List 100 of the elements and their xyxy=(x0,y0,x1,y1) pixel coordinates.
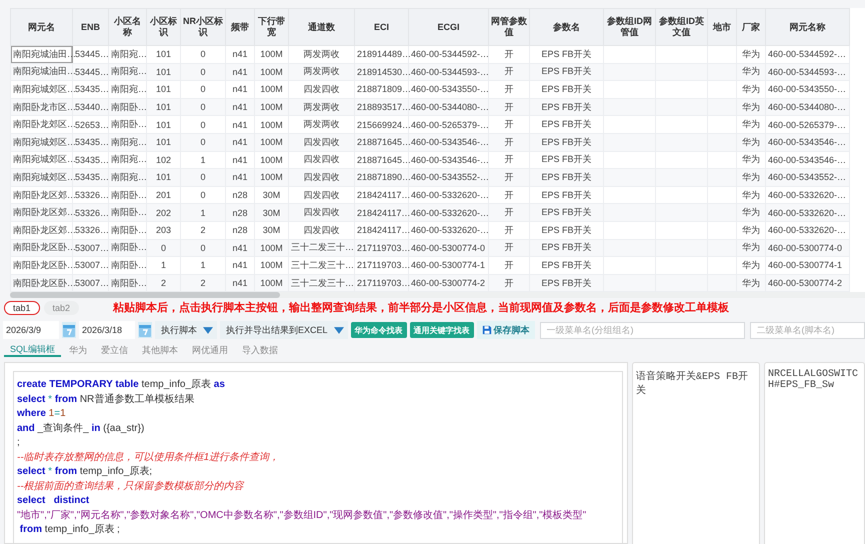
table-cell: 华为 xyxy=(736,256,766,274)
table-cell: n28 xyxy=(226,221,254,240)
table-cell: 三十二发三十… xyxy=(288,256,354,274)
column-header[interactable]: 网元名称 xyxy=(766,8,850,46)
result-tab[interactable]: tab1 xyxy=(4,300,40,315)
table-cell: 0 xyxy=(180,239,226,257)
table-cell: 华为 xyxy=(736,221,766,240)
table-cell: 100M xyxy=(254,46,288,64)
column-header[interactable]: 下行带宽 xyxy=(254,8,288,46)
save-button[interactable]: 保存脚本 xyxy=(476,321,535,340)
table-cell: 30M xyxy=(254,204,288,222)
table-cell: 南阳宛… xyxy=(108,80,146,98)
table-cell: 101 xyxy=(146,133,180,152)
table-cell: 53326… xyxy=(72,204,108,222)
table-cell: 南阳卧龙郊区… xyxy=(10,116,72,134)
calendar-icon[interactable] xyxy=(62,322,76,338)
end-date-field[interactable]: 2026/3/18 xyxy=(79,321,135,340)
table-cell: 2 xyxy=(180,221,226,240)
table-cell: 开 xyxy=(488,239,530,257)
table-cell: 四发四收 xyxy=(288,133,354,152)
table-cell: 100M xyxy=(254,256,288,274)
text-panel[interactable]: 语音策略开关&EPS FB开关 xyxy=(632,362,760,544)
table-cell: EPS FB开关 xyxy=(530,204,604,222)
table-cell: EPS FB开关 xyxy=(530,98,604,116)
table-cell: 218893517… xyxy=(354,98,408,116)
table-cell: 218424117… xyxy=(354,221,408,240)
caret-icon[interactable] xyxy=(334,326,344,334)
table-cell: 217119703… xyxy=(354,274,408,292)
column-header[interactable]: 地市 xyxy=(708,8,736,46)
table-cell: 0 xyxy=(180,63,226,81)
editor-tab[interactable]: SQL编辑框 xyxy=(4,343,62,358)
table-cell: 460-00-5300774-0 xyxy=(766,239,850,257)
column-header[interactable]: ECI xyxy=(354,8,408,46)
column-header[interactable]: 小区标识 xyxy=(146,8,180,46)
table-cell: 0 xyxy=(146,239,180,257)
caret-icon[interactable] xyxy=(203,326,213,334)
sql-editor[interactable] xyxy=(13,371,623,543)
table-cell: 开 xyxy=(488,221,530,240)
table-cell: 两发两收 xyxy=(288,116,354,134)
table-cell: 53435… xyxy=(72,133,108,152)
start-date-field[interactable]: 2026/3/9 xyxy=(3,321,59,340)
table-cell: 南阳宛… xyxy=(108,133,146,152)
column-header[interactable]: 参数组ID网管值 xyxy=(604,8,656,46)
table-cell: 华为 xyxy=(736,239,766,257)
column-header[interactable]: 网管参数值 xyxy=(488,8,530,46)
table-cell: n41 xyxy=(226,168,254,186)
column-header[interactable]: 频带 xyxy=(226,8,254,46)
table-cell: 华为 xyxy=(736,63,766,81)
table-cell: 460-00-5265379-… xyxy=(766,116,850,134)
column-header[interactable]: NR小区标识 xyxy=(180,8,226,46)
code-line: where 1=1 xyxy=(17,407,67,422)
table-cell: 100M xyxy=(254,80,288,98)
table-cell: 华为 xyxy=(736,116,766,134)
table-cell: 100M xyxy=(254,168,288,186)
column-header[interactable]: 网元名 xyxy=(10,8,72,46)
table-cell: 开 xyxy=(488,168,530,186)
menu-name-field[interactable]: 二级菜单名(脚本名) xyxy=(750,322,865,339)
column-header[interactable]: ECGI xyxy=(408,8,488,46)
scrollbar-thumb[interactable] xyxy=(10,292,280,298)
table-cell: 100M xyxy=(254,98,288,116)
text-panel[interactable]: NRCELLALGOSWITCH#EPS_FB_Sw xyxy=(764,362,865,544)
table-cell: n41 xyxy=(226,80,254,98)
column-header[interactable]: 参数组ID英文值 xyxy=(656,8,708,46)
table-cell: 460-00-5300774-2 xyxy=(408,274,488,292)
table-cell: n41 xyxy=(226,133,254,152)
table-cell: 217119703… xyxy=(354,256,408,274)
column-header[interactable]: ENB xyxy=(72,8,108,46)
table-cell: 460-00-5300774-1 xyxy=(408,256,488,274)
table-cell: 460-00-5332620-… xyxy=(766,204,850,222)
table-cell: 三十二发三十… xyxy=(288,239,354,257)
table-cell: 460-00-5343552-… xyxy=(408,168,488,186)
table-cell: n41 xyxy=(226,63,254,81)
column-header[interactable]: 厂家 xyxy=(736,8,766,46)
table-cell: 开 xyxy=(488,204,530,222)
table-cell: 南阳宛城油田… xyxy=(10,63,72,81)
table-cell: EPS FB开关 xyxy=(530,63,604,81)
table-cell: 53007… xyxy=(72,239,108,257)
annotation-text: 粘贴脚本后，点击执行脚本主按钮，输出整网查询结果，前半部分是小区信息，当前现网值及参数名，后面是参数修改工单模板 xyxy=(113,300,730,316)
calendar-icon[interactable] xyxy=(138,322,152,338)
table-cell: EPS FB开关 xyxy=(530,239,604,257)
table-cell: 460-00-5300774-0 xyxy=(408,239,488,257)
code-line: ; xyxy=(17,436,21,450)
panel-text: NRCELLALGOSWITCH#EPS_FB_Sw xyxy=(768,369,858,392)
table-cell: 南阳卧龙市区… xyxy=(10,98,72,116)
table-cell: 南阳卧… xyxy=(108,274,146,292)
table-cell: 华为 xyxy=(736,46,766,64)
table-cell: 两发两收 xyxy=(288,46,354,64)
table-cell: 218424117… xyxy=(354,204,408,222)
table-cell: 南阳卧… xyxy=(108,98,146,116)
table-cell: 开 xyxy=(488,98,530,116)
column-header[interactable]: 通道数 xyxy=(288,8,354,46)
table-cell: 0 xyxy=(180,98,226,116)
column-header[interactable]: 小区名称 xyxy=(108,8,146,46)
table-cell: 460-00-5300774-2 xyxy=(766,274,850,292)
table-cell: 218871645… xyxy=(354,133,408,152)
menu-name-field[interactable]: 一级菜单名(分组组名) xyxy=(540,322,745,339)
table-cell: 华为 xyxy=(736,204,766,222)
column-header[interactable]: 参数名 xyxy=(530,8,604,46)
table-cell: 南阳宛城郊区… xyxy=(10,80,72,98)
table-cell: 460-00-5332620-… xyxy=(408,221,488,240)
